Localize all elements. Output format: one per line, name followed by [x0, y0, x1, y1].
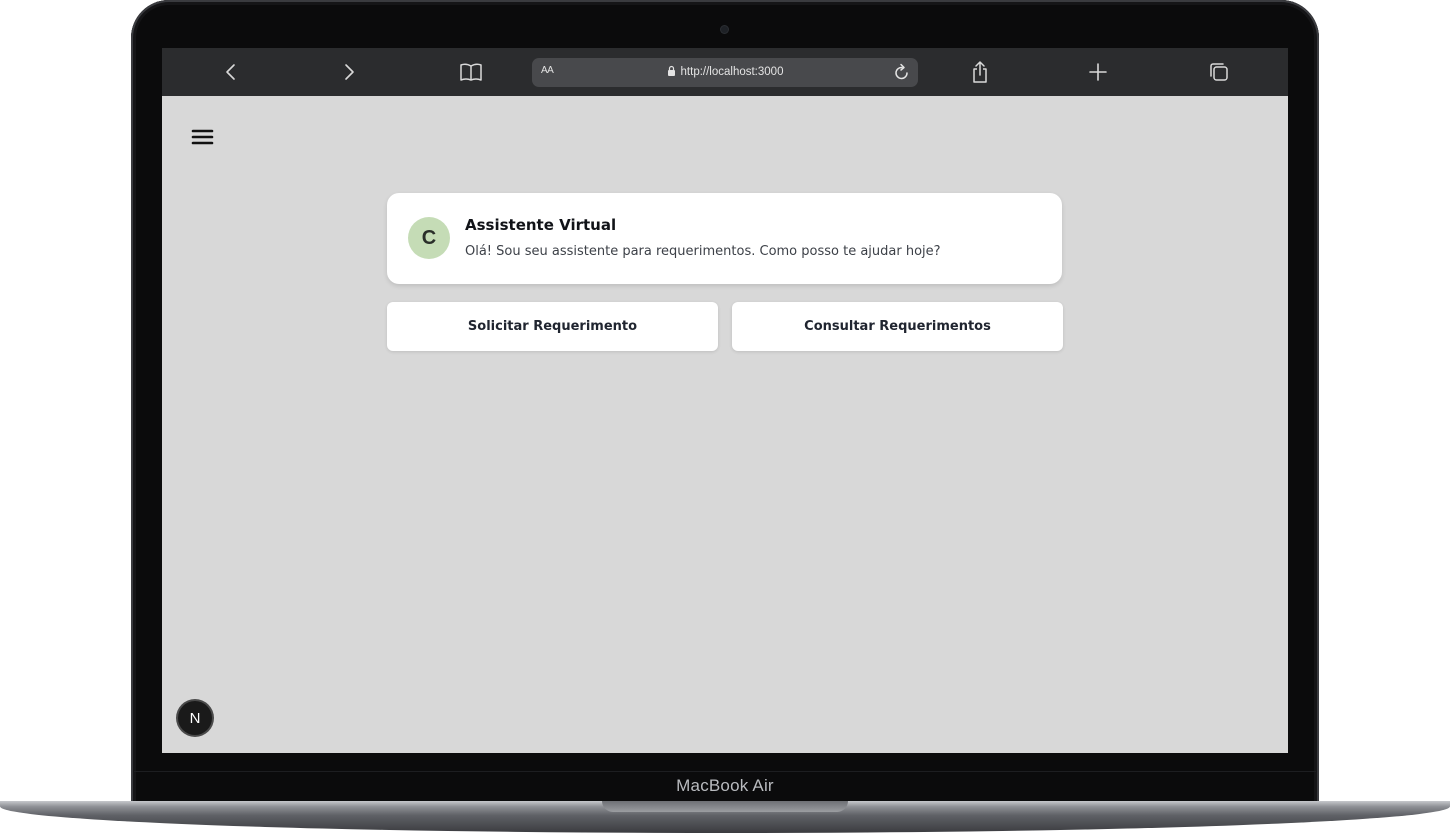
- nextjs-dev-badge[interactable]: N: [178, 701, 212, 735]
- plus-icon: [1089, 63, 1107, 81]
- address-bar[interactable]: AA http://localhost:3000: [532, 58, 918, 87]
- camera-icon: [721, 26, 728, 33]
- share-button[interactable]: [965, 57, 995, 87]
- screen-chin: [134, 771, 1316, 772]
- browser-toolbar: AA http://localhost:3000: [162, 48, 1288, 96]
- browser-window: AA http://localhost:3000 C Assistente Vi: [162, 48, 1288, 753]
- chevron-right-icon: [345, 64, 354, 80]
- nextjs-icon: N: [189, 709, 201, 727]
- laptop-mockup: MacBook Air AA http://localhost:3000 C A…: [0, 0, 1450, 833]
- back-button[interactable]: [216, 57, 246, 87]
- assistant-message: Olá! Sou seu assistente para requeriment…: [465, 244, 941, 259]
- book-icon: [460, 63, 482, 81]
- laptop-notch: [602, 801, 848, 812]
- chevron-left-icon: [226, 64, 235, 80]
- tabs-icon: [1210, 63, 1228, 81]
- lock-icon: [667, 65, 675, 76]
- tabs-overview-button[interactable]: [1204, 57, 1234, 87]
- request-application-button[interactable]: Solicitar Requerimento: [387, 302, 718, 351]
- assistant-avatar: C: [408, 217, 450, 259]
- new-tab-button[interactable]: [1083, 57, 1113, 87]
- reload-icon[interactable]: [894, 63, 910, 81]
- bookmarks-button[interactable]: [456, 57, 486, 87]
- assistant-name: Assistente Virtual: [465, 216, 617, 234]
- url-text: http://localhost:3000: [680, 66, 784, 78]
- hamburger-menu-icon: [191, 129, 214, 145]
- device-label: MacBook Air: [676, 776, 774, 795]
- share-icon: [973, 61, 987, 83]
- forward-button[interactable]: [334, 57, 364, 87]
- menu-button[interactable]: [189, 125, 217, 149]
- assistant-greeting-card: C Assistente Virtual Olá! Sou seu assist…: [387, 193, 1062, 284]
- view-applications-button[interactable]: Consultar Requerimentos: [732, 302, 1063, 351]
